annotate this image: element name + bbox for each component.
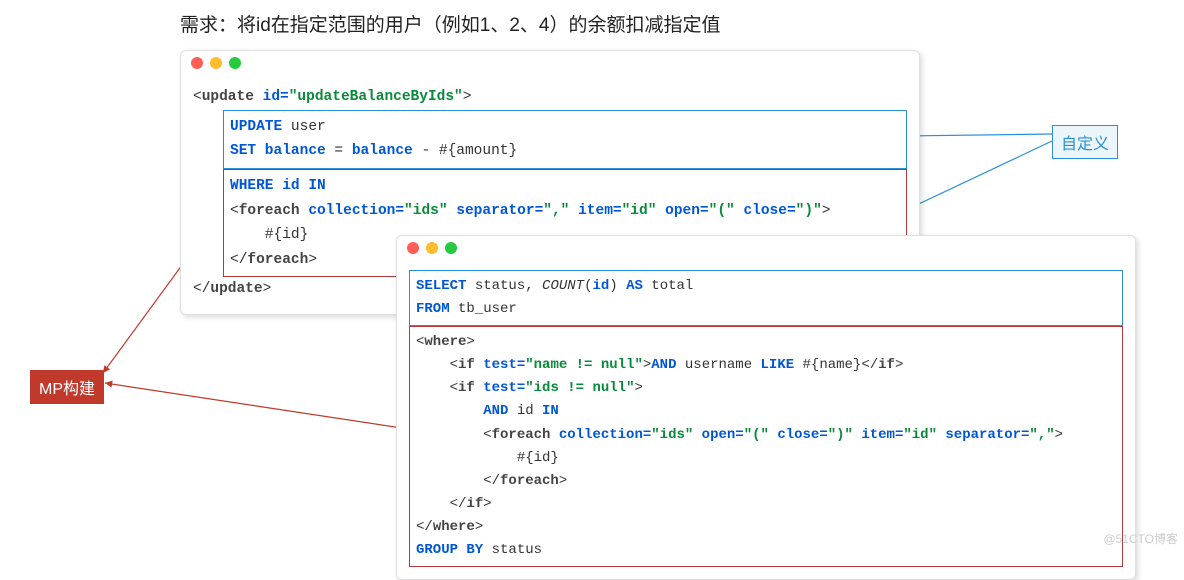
- sql-where-block: <where> <if test="name != null">AND user…: [409, 326, 1123, 567]
- close-icon: [191, 57, 203, 69]
- minimize-icon: [210, 57, 222, 69]
- callout-mp: MP构建: [30, 370, 104, 404]
- requirement-title: 需求：将id在指定范围的用户（例如1、2、4）的余额扣减指定值: [180, 10, 721, 37]
- close-icon: [407, 242, 419, 254]
- maximize-icon: [445, 242, 457, 254]
- maximize-icon: [229, 57, 241, 69]
- callout-custom: 自定义: [1052, 125, 1118, 159]
- watermark: @51CTO博客: [1103, 530, 1178, 547]
- window-titlebar: [181, 51, 919, 75]
- sql-select-block: SELECT status, COUNT(id) AS total FROM t…: [409, 270, 1123, 326]
- code-window-select: SELECT status, COUNT(id) AS total FROM t…: [396, 235, 1136, 580]
- sql-set-block: UPDATE user SET balance = balance - #{am…: [223, 110, 907, 169]
- minimize-icon: [426, 242, 438, 254]
- code-body: SELECT status, COUNT(id) AS total FROM t…: [397, 260, 1135, 579]
- window-titlebar: [397, 236, 1135, 260]
- code-tag-open: <<update update id="updateBalanceByIds">: [193, 89, 471, 105]
